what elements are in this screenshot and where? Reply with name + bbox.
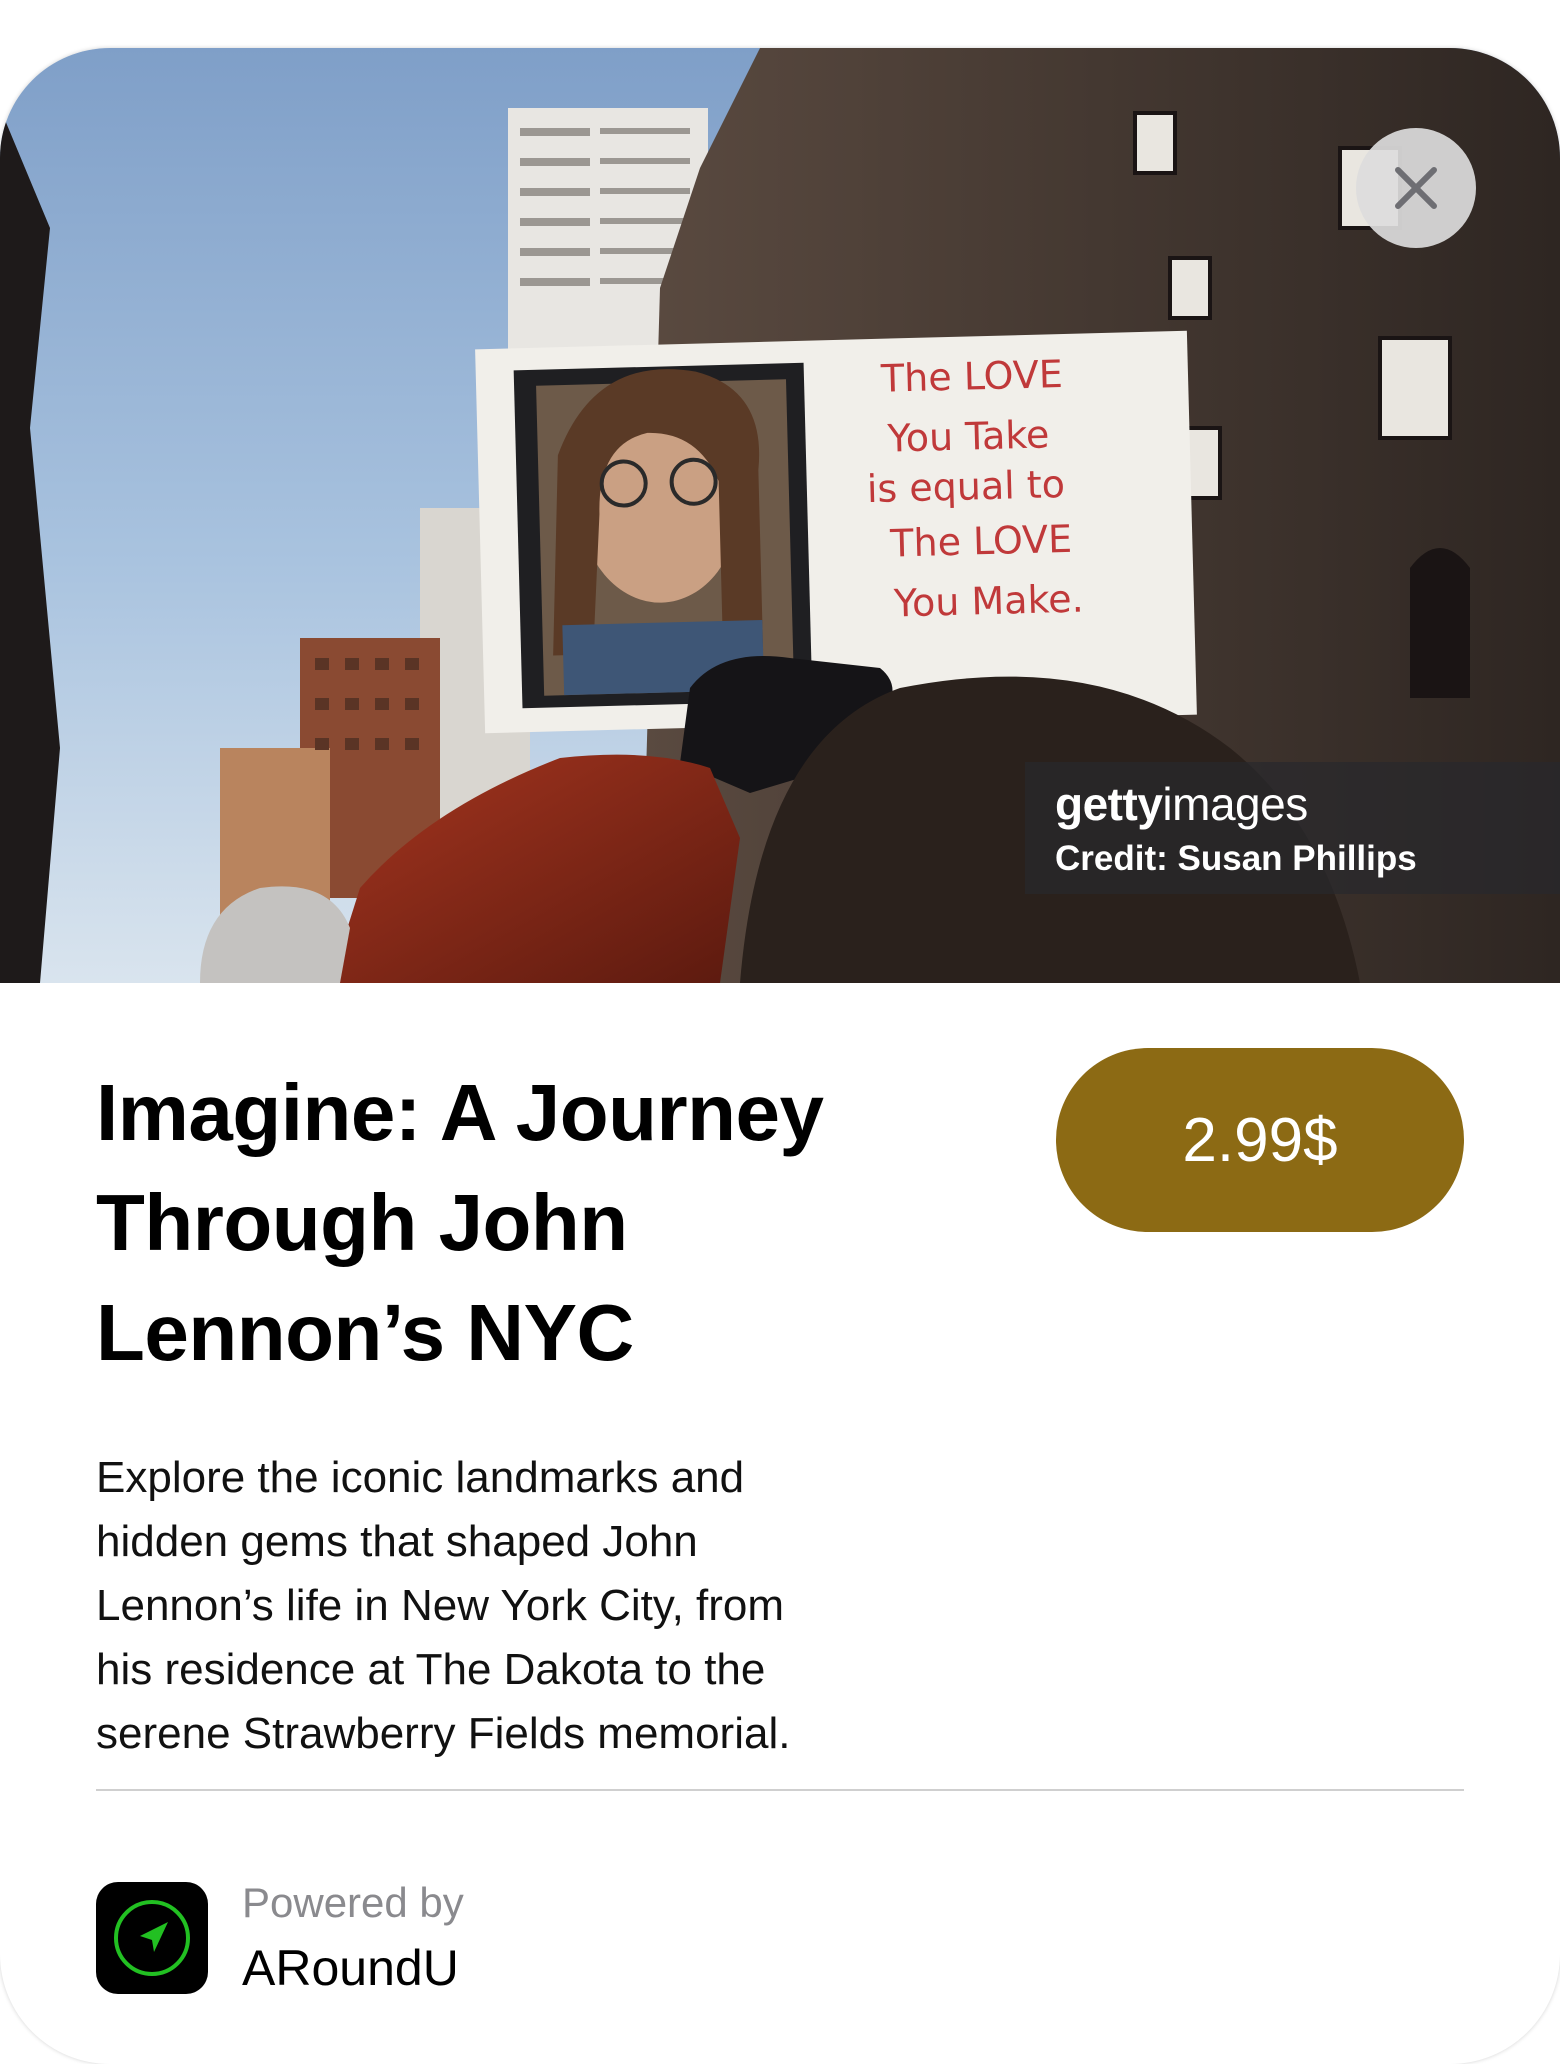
close-icon	[1395, 167, 1437, 209]
tour-card: The LOVE You Take is equal to The LOVE Y…	[0, 48, 1560, 2064]
description-line: serene Strawberry Fields memorial.	[96, 1709, 791, 1758]
divider	[96, 1789, 1464, 1791]
getty-logo-bold: getty	[1055, 778, 1163, 830]
getty-logo: gettyimages	[1055, 776, 1560, 832]
tour-title-line: Through John	[96, 1178, 628, 1267]
description-line: his residence at The Dakota to the	[96, 1645, 766, 1694]
description-line: hidden gems that shaped John	[96, 1517, 698, 1566]
tour-title-line: Imagine: A Journey	[96, 1068, 824, 1157]
photo-credit: Credit: Susan Phillips	[1055, 839, 1417, 878]
navigation-arrow-icon	[114, 1900, 190, 1976]
hero-photo: The LOVE You Take is equal to The LOVE Y…	[0, 48, 1560, 983]
close-button[interactable]	[1356, 128, 1476, 248]
tour-description: Explore the iconic landmarks and hidden …	[96, 1446, 956, 1766]
tour-title: Imagine: A Journey Through John Lennon’s…	[96, 1058, 956, 1388]
sign-line-3: is equal to	[866, 462, 1065, 511]
tour-title-line: Lennon’s NYC	[96, 1288, 634, 1377]
getty-logo-light: images	[1162, 778, 1308, 830]
sign-line-1: The LOVE	[879, 352, 1063, 401]
price-button[interactable]: 2.99$	[1056, 1048, 1464, 1232]
app-icon[interactable]	[96, 1882, 208, 1994]
watermark-box: gettyimages Credit: Susan Phillips	[1025, 762, 1560, 894]
sign-line-5: You Make.	[892, 577, 1084, 626]
powered-by-label: Powered by	[242, 1879, 464, 1926]
sign-line-4: The LOVE	[889, 517, 1073, 566]
description-line: Lennon’s life in New York City, from	[96, 1581, 785, 1630]
description-line: Explore the iconic landmarks and	[96, 1453, 745, 1502]
brand-name[interactable]: ARoundU	[242, 1936, 459, 2000]
sign-line-2: You Take	[886, 412, 1050, 460]
